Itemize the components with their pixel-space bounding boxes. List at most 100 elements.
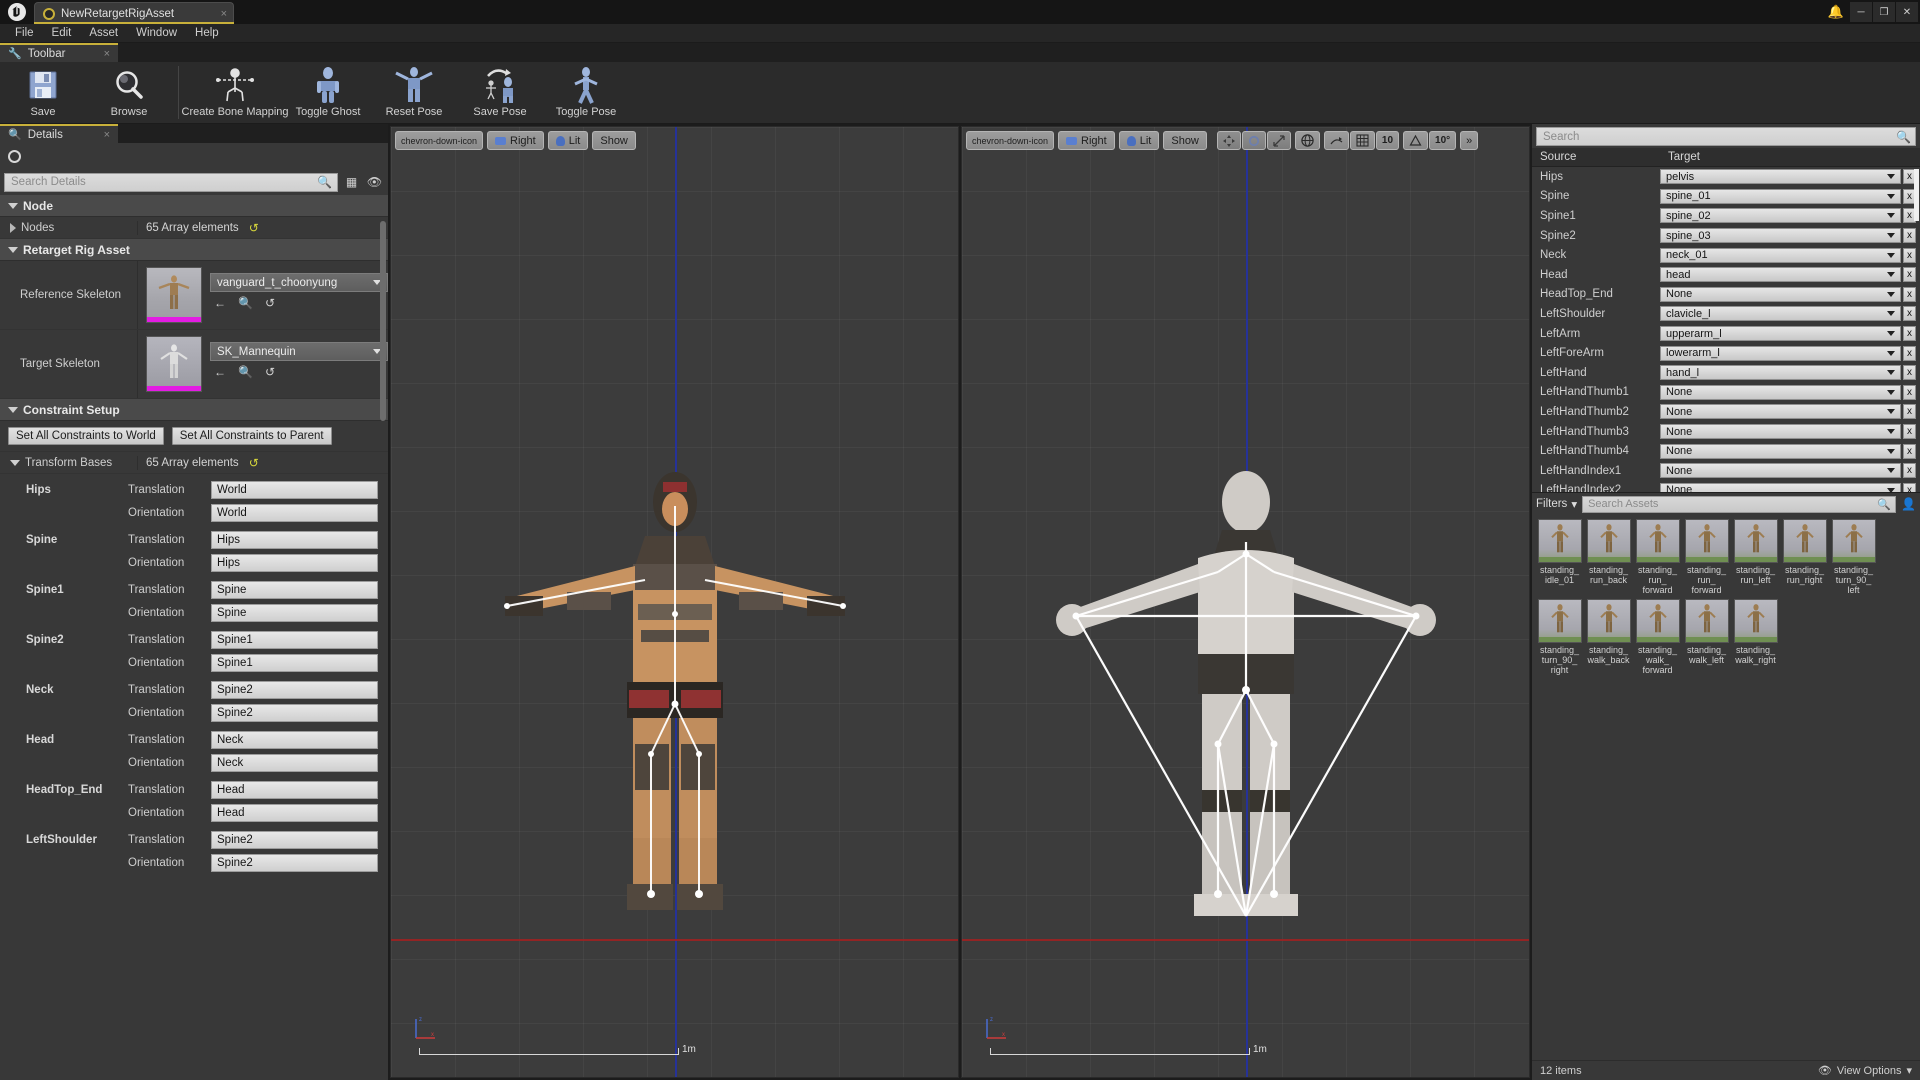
source-viewport-camera-button[interactable]: Right — [487, 131, 544, 150]
orientation-value[interactable]: Spine1 — [211, 653, 378, 672]
toolbar-panel-tab[interactable]: 🔧 Toolbar × — [0, 43, 118, 62]
details-scroll-area[interactable]: Node Nodes 65 Array elements ↺ Retarget … — [0, 195, 388, 1080]
chevron-down-icon[interactable] — [10, 459, 20, 466]
notification-bell-icon[interactable]: 🔔 — [1823, 4, 1849, 20]
asset-browser-search-input[interactable]: Search Assets 🔍 — [1582, 495, 1897, 513]
bone-mapping-clear-button[interactable]: x — [1903, 384, 1916, 400]
details-panel-tab[interactable]: 🔍 Details × — [0, 124, 118, 143]
details-panel-close-icon[interactable]: × — [104, 129, 110, 141]
bone-mapping-target-combo[interactable]: pelvis — [1660, 169, 1901, 185]
bone-mapping-scrollbar[interactable] — [1914, 169, 1919, 221]
orientation-value[interactable]: Spine2 — [211, 703, 378, 722]
toolbar-toggle-ghost-button[interactable]: Toggle Ghost — [285, 62, 371, 123]
asset-browser-item[interactable]: standing_walk_back — [1585, 599, 1632, 675]
target-viewport-show-button[interactable]: Show — [1163, 131, 1207, 150]
bone-mapping-col-source[interactable]: Source — [1532, 148, 1660, 166]
bone-mapping-target-combo[interactable]: None — [1660, 404, 1901, 420]
asset-browser-filters-button[interactable]: Filters ▾ — [1536, 497, 1577, 511]
asset-browser-grid[interactable]: standing_idle_01 standing_run_back standin… — [1532, 515, 1920, 1060]
reset-icon[interactable]: ↺ — [265, 365, 275, 379]
grid-size-button[interactable]: 10 — [1375, 131, 1400, 150]
bone-mapping-search-input[interactable]: Search 🔍 — [1536, 127, 1916, 146]
reset-icon[interactable]: ↺ — [249, 456, 259, 470]
bone-mapping-target-combo[interactable]: None — [1660, 482, 1901, 492]
bone-mapping-clear-button[interactable]: x — [1903, 424, 1916, 440]
bone-mapping-row[interactable]: Spine spine_01 x — [1532, 187, 1920, 207]
grid-snap-button[interactable] — [1349, 131, 1375, 150]
asset-thumbnail[interactable] — [1684, 599, 1729, 643]
bone-mapping-clear-button[interactable]: x — [1903, 463, 1916, 479]
orientation-value[interactable]: World — [211, 503, 378, 522]
asset-browser-item[interactable]: standing_walk_left — [1683, 599, 1730, 675]
source-viewport[interactable]: chevron-down-icon Right Lit Show z x 1m — [390, 126, 959, 1078]
columns-icon[interactable]: ▦ — [342, 173, 361, 192]
source-viewport-show-button[interactable]: Show — [592, 131, 636, 150]
bone-mapping-row[interactable]: LeftHandThumb1 None x — [1532, 383, 1920, 403]
asset-thumbnail[interactable] — [1586, 599, 1631, 643]
bone-mapping-list[interactable]: Hips pelvis x Spine spine_01 x Spine1 spine_02 x… — [1532, 167, 1920, 492]
person-icon[interactable]: 👤 — [1901, 497, 1916, 511]
use-selected-back-icon[interactable]: ← — [214, 296, 226, 310]
chevron-right-icon[interactable] — [10, 222, 16, 233]
bone-mapping-target-combo[interactable]: neck_01 — [1660, 247, 1901, 263]
orientation-value[interactable]: Neck — [211, 753, 378, 772]
bone-mapping-row[interactable]: Hips pelvis x — [1532, 167, 1920, 187]
reset-icon[interactable]: ↺ — [265, 296, 275, 310]
target-skeleton-combo[interactable]: SK_Mannequin — [210, 342, 388, 361]
vanguard-character-thumb[interactable] — [146, 267, 202, 323]
bone-mapping-clear-button[interactable]: x — [1903, 365, 1916, 381]
bone-mapping-row[interactable]: LeftHand hand_l x — [1532, 363, 1920, 383]
translation-value[interactable]: Spine1 — [211, 630, 378, 649]
asset-browser-item[interactable]: standing_turn_90_right — [1536, 599, 1583, 675]
translation-value[interactable]: Head — [211, 780, 378, 799]
translation-value[interactable]: Hips — [211, 530, 378, 549]
toolbar-panel-close-icon[interactable]: × — [104, 48, 110, 60]
bone-mapping-row[interactable]: LeftShoulder clavicle_l x — [1532, 304, 1920, 324]
asset-tab[interactable]: NewRetargetRigAsset × — [34, 2, 234, 24]
bone-mapping-target-combo[interactable]: spine_03 — [1660, 228, 1901, 244]
asset-thumbnail[interactable] — [1537, 519, 1582, 563]
surface-snap-button[interactable] — [1323, 131, 1349, 150]
set-all-constraints-parent-button[interactable]: Set All Constraints to Parent — [171, 427, 332, 445]
bone-mapping-clear-button[interactable]: x — [1903, 326, 1916, 342]
asset-browser-item[interactable]: standing_walk_forward — [1634, 599, 1681, 675]
menu-file[interactable]: File — [6, 24, 43, 43]
asset-browser-item[interactable]: standing_run_back — [1585, 519, 1632, 595]
bone-mapping-row[interactable]: Spine1 spine_02 x — [1532, 206, 1920, 226]
bone-mapping-clear-button[interactable]: x — [1903, 286, 1916, 302]
menu-window[interactable]: Window — [127, 24, 186, 43]
bone-mapping-row[interactable]: Head head x — [1532, 265, 1920, 285]
rotate-tool-button[interactable] — [1241, 131, 1266, 150]
translation-value[interactable]: Spine2 — [211, 680, 378, 699]
asset-browser-item[interactable]: standing_run_right — [1781, 519, 1828, 595]
bone-mapping-target-combo[interactable]: None — [1660, 424, 1901, 440]
bone-mapping-target-combo[interactable]: spine_02 — [1660, 208, 1901, 224]
bone-mapping-row[interactable]: LeftHandThumb2 None x — [1532, 402, 1920, 422]
orientation-value[interactable]: Head — [211, 803, 378, 822]
asset-browser-item[interactable]: standing_turn_90_left — [1830, 519, 1877, 595]
bone-mapping-target-combo[interactable]: clavicle_l — [1660, 306, 1901, 322]
bone-mapping-target-combo[interactable]: hand_l — [1660, 365, 1901, 381]
menu-asset[interactable]: Asset — [80, 24, 127, 43]
browse-magnifier-icon[interactable]: 🔍 — [238, 296, 253, 310]
asset-browser-item[interactable]: standing_run_forward — [1634, 519, 1681, 595]
bone-mapping-clear-button[interactable]: x — [1903, 443, 1916, 459]
translation-value[interactable]: Spine2 — [211, 830, 378, 849]
asset-thumbnail[interactable] — [1586, 519, 1631, 563]
filter-ring-icon[interactable] — [8, 149, 21, 163]
bone-mapping-target-combo[interactable]: None — [1660, 286, 1901, 302]
orientation-value[interactable]: Hips — [211, 553, 378, 572]
asset-browser-item[interactable]: standing_idle_01 — [1536, 519, 1583, 595]
asset-browser-item[interactable]: standing_walk_right — [1732, 599, 1779, 675]
viewport-options-button[interactable]: chevron-down-icon — [395, 131, 484, 150]
toolbar-save-button[interactable]: Save — [0, 62, 86, 123]
bone-mapping-row[interactable]: LeftHandThumb4 None x — [1532, 441, 1920, 461]
translation-value[interactable]: Spine — [211, 580, 378, 599]
browse-magnifier-icon[interactable]: 🔍 — [238, 365, 253, 379]
bone-mapping-target-combo[interactable]: head — [1660, 267, 1901, 283]
bone-mapping-target-combo[interactable]: None — [1660, 463, 1901, 479]
bone-mapping-target-combo[interactable]: lowerarm_l — [1660, 345, 1901, 361]
toolbar-reset-pose-button[interactable]: Reset Pose — [371, 62, 457, 123]
menu-edit[interactable]: Edit — [43, 24, 81, 43]
bone-mapping-row[interactable]: LeftHandIndex2 None x — [1532, 481, 1920, 492]
